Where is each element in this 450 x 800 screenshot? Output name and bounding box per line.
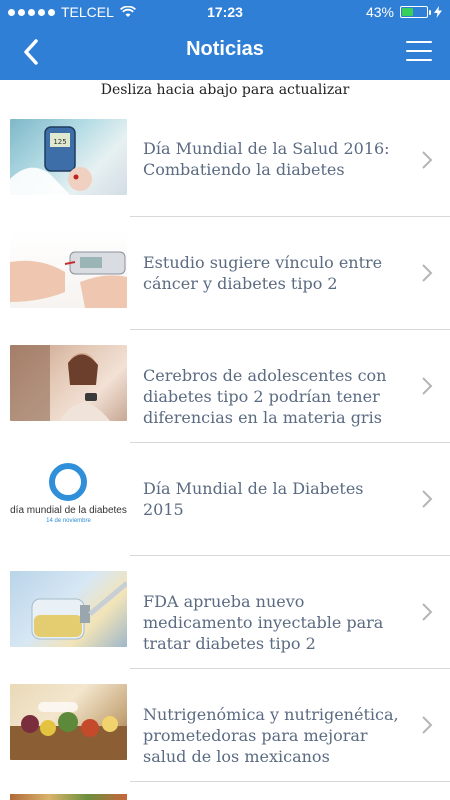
news-thumbnail bbox=[10, 345, 127, 421]
news-list: 125 Día Mundial de la Salud 2016: Combat… bbox=[0, 104, 450, 782]
news-title: Cerebros de adolescentes con diabetes ti… bbox=[143, 366, 387, 427]
news-thumbnail bbox=[10, 684, 127, 760]
pull-to-refresh-hint: Desliza hacia abajo para actualizar bbox=[100, 82, 350, 98]
battery-percent: 43% bbox=[365, 4, 394, 20]
menu-button[interactable] bbox=[406, 38, 432, 64]
navigation-bar: Noticias bbox=[0, 24, 450, 80]
chevron-right-icon bbox=[422, 716, 433, 734]
chevron-right-icon bbox=[422, 151, 433, 169]
news-title: Día Mundial de la Diabetes 2015 bbox=[143, 479, 364, 519]
thumbnail-caption: día mundial de la diabetes bbox=[10, 505, 127, 516]
news-title: Nutrigenómica y nutrigenética, prometedo… bbox=[143, 705, 399, 766]
chevron-right-icon bbox=[422, 490, 433, 508]
news-thumbnail: día mundial de la diabetes 14 de noviemb… bbox=[10, 458, 127, 534]
svg-text:125: 125 bbox=[53, 138, 66, 146]
chevron-right-icon bbox=[422, 264, 433, 282]
news-title: Día Mundial de la Salud 2016: Combatiend… bbox=[143, 139, 390, 179]
news-item-2[interactable]: Estudio sugiere vínculo entre cáncer y d… bbox=[0, 217, 450, 330]
news-item-4[interactable]: día mundial de la diabetes 14 de noviemb… bbox=[0, 443, 450, 556]
lightning-icon bbox=[434, 6, 442, 18]
news-title: FDA aprueba nuevo medicamento inyectable… bbox=[143, 592, 384, 653]
news-item-5[interactable]: FDA aprueba nuevo medicamento inyectable… bbox=[0, 556, 450, 669]
chevron-right-icon bbox=[422, 603, 433, 621]
page-title: Noticias bbox=[186, 38, 264, 60]
chevron-right-icon bbox=[422, 377, 433, 395]
thumbnail-subcaption: 14 de noviembre bbox=[46, 518, 91, 524]
news-item-6[interactable]: Nutrigenómica y nutrigenética, prometedo… bbox=[0, 669, 450, 782]
news-thumbnail bbox=[10, 571, 127, 647]
news-item-1[interactable]: 125 Día Mundial de la Salud 2016: Combat… bbox=[0, 104, 450, 217]
next-item-thumbnail-peek bbox=[10, 794, 127, 800]
status-bar: TELCEL 17:23 43% bbox=[0, 0, 450, 24]
news-thumbnail: 125 bbox=[10, 119, 127, 195]
battery-group: 43% bbox=[366, 4, 442, 20]
app-header: TELCEL 17:23 43% Noticias bbox=[0, 0, 450, 80]
battery-icon bbox=[400, 6, 431, 18]
news-item-3[interactable]: Cerebros de adolescentes con diabetes ti… bbox=[0, 330, 450, 443]
news-thumbnail bbox=[10, 232, 127, 308]
news-title: Estudio sugiere vínculo entre cáncer y d… bbox=[143, 253, 383, 293]
